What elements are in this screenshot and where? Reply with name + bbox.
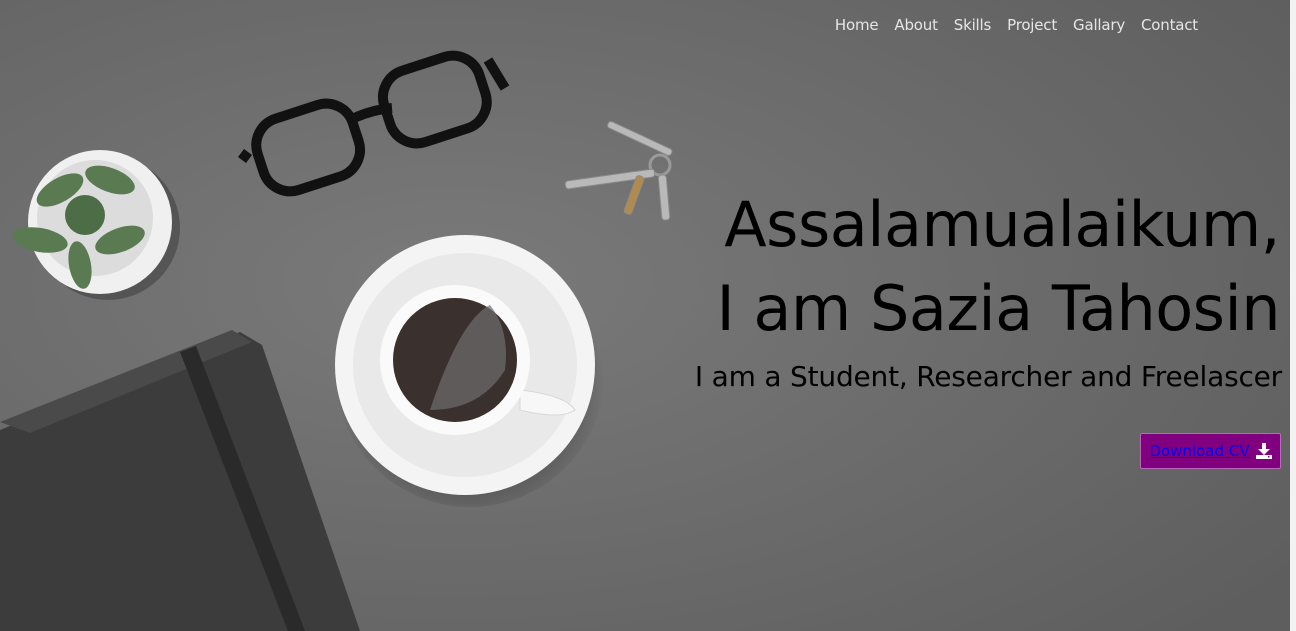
download-cv-button[interactable]: Download CV: [1140, 433, 1281, 469]
nav-menu: Home About Skills Project Gallary Contac…: [835, 15, 1198, 34]
download-cv-link[interactable]: Download CV: [1149, 442, 1249, 460]
nav-item-about: About: [894, 15, 938, 34]
hero-headline: Assalamualaikum, I am Sazia Tahosin: [716, 183, 1280, 351]
nav-link-project[interactable]: Project: [1007, 16, 1057, 34]
download-icon: [1255, 443, 1272, 459]
nav-item-gallary: Gallary: [1073, 15, 1125, 34]
nav-link-skills[interactable]: Skills: [954, 16, 992, 34]
nav-item-skills: Skills: [954, 15, 992, 34]
nav-item-contact: Contact: [1141, 15, 1198, 34]
greeting-text: Assalamualaikum,: [724, 188, 1280, 261]
nav-link-contact[interactable]: Contact: [1141, 16, 1198, 34]
name-text: I am Sazia Tahosin: [716, 272, 1280, 345]
hero-section: Home About Skills Project Gallary Contac…: [0, 0, 1296, 631]
nav-link-home[interactable]: Home: [835, 16, 879, 34]
nav-link-about[interactable]: About: [894, 16, 938, 34]
nav-link-gallary[interactable]: Gallary: [1073, 16, 1125, 34]
coffee-cup-image: [335, 235, 605, 507]
hero-subtitle: I am a Student, Researcher and Freelasce…: [694, 360, 1282, 393]
nav-item-project: Project: [1007, 15, 1057, 34]
nav-item-home: Home: [835, 15, 879, 34]
